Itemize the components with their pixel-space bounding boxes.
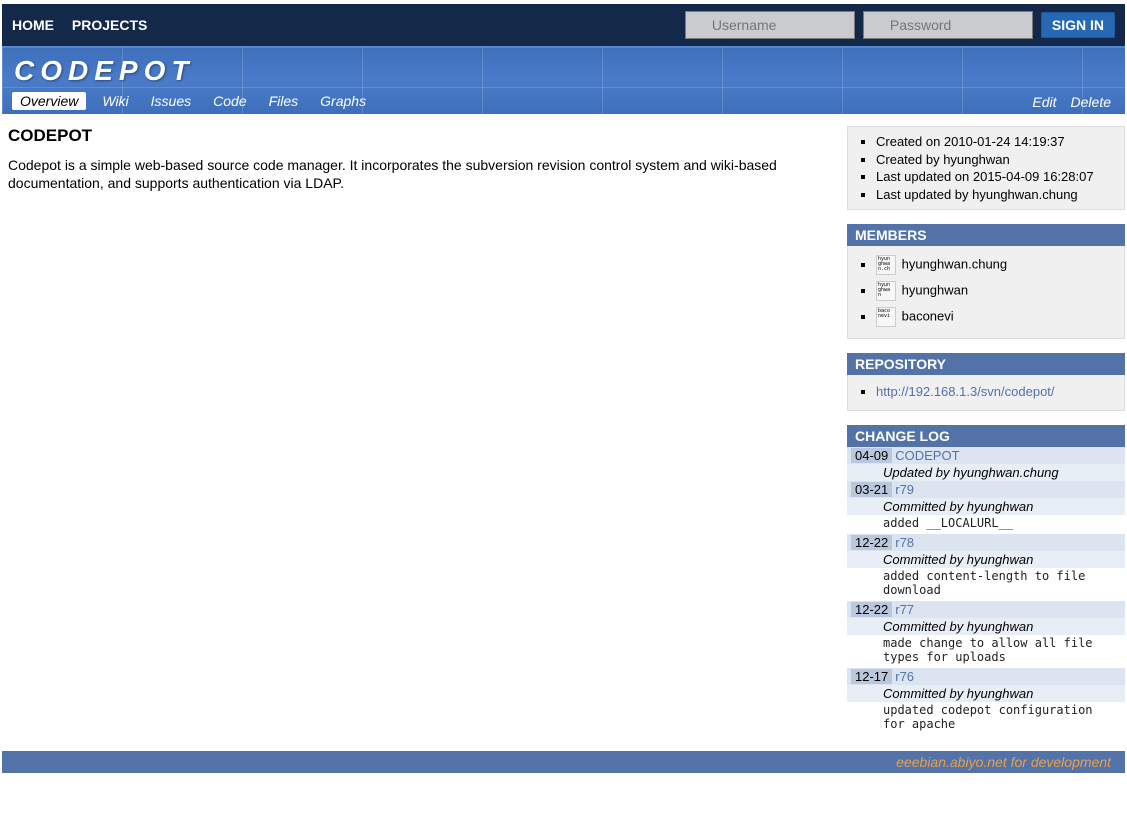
changelog-item: 04-09CODEPOTUpdated by hyunghwan.chung <box>847 447 1125 481</box>
avatar: baco nevi <box>876 307 896 327</box>
member-item: baco nevi baconevi <box>876 304 1120 330</box>
changelog-date: 12-22 <box>851 535 892 550</box>
changelog-committer: Committed by hyunghwan <box>847 551 1125 568</box>
username-input[interactable] <box>685 11 855 39</box>
project-header: CODEPOT Overview Wiki Issues Code Files … <box>2 46 1125 114</box>
project-title: CODEPOT <box>2 47 1125 87</box>
repository-link[interactable]: http://192.168.1.3/svn/codepot/ <box>876 384 1055 399</box>
page-description: Codepot is a simple web-based source cod… <box>8 156 821 192</box>
changelog-rev[interactable]: r77 <box>895 602 914 617</box>
signin-button[interactable]: SIGN IN <box>1041 12 1115 38</box>
tab-overview[interactable]: Overview <box>12 92 86 110</box>
changelog-committer: Updated by hyunghwan.chung <box>847 464 1125 481</box>
changelog-committer: Committed by hyunghwan <box>847 498 1125 515</box>
changelog-item: 03-21r79Committed by hyunghwanadded __LO… <box>847 481 1125 534</box>
nav-home[interactable]: HOME <box>12 17 54 33</box>
changelog-item: 12-22r77Committed by hyunghwanmade chang… <box>847 601 1125 668</box>
info-box: Created on 2010-01-24 14:19:37 Created b… <box>847 126 1125 210</box>
repository-heading: REPOSITORY <box>847 353 1125 375</box>
changelog-panel: 04-09CODEPOTUpdated by hyunghwan.chung03… <box>847 447 1125 735</box>
repository-panel: http://192.168.1.3/svn/codepot/ <box>847 375 1125 411</box>
info-updated-on: Last updated on 2015-04-09 16:28:07 <box>876 168 1120 186</box>
password-input[interactable] <box>863 11 1033 39</box>
changelog-message: updated codepot configuration for apache <box>847 702 1125 735</box>
changelog-heading: CHANGE LOG <box>847 425 1125 447</box>
changelog-item: 12-17r76Committed by hyunghwanupdated co… <box>847 668 1125 735</box>
members-panel: hyun ghwa n.ch hyunghwan.chunghyun ghwa … <box>847 246 1125 339</box>
changelog-message: made change to allow all file types for … <box>847 635 1125 668</box>
footer: eeebian.abiyo.net for development <box>2 751 1125 773</box>
username-wrap <box>685 11 855 39</box>
changelog-item: 12-22r78Committed by hyunghwanadded cont… <box>847 534 1125 601</box>
member-name: hyunghwan <box>898 283 968 298</box>
changelog-committer: Committed by hyunghwan <box>847 618 1125 635</box>
changelog-rev[interactable]: r79 <box>895 482 914 497</box>
tab-graphs[interactable]: Graphs <box>314 92 372 110</box>
avatar: hyun ghwa n.ch <box>876 255 896 275</box>
changelog-date: 12-17 <box>851 669 892 684</box>
member-item: hyun ghwa n hyunghwan <box>876 278 1120 304</box>
changelog-message: added __LOCALURL__ <box>847 515 1125 534</box>
changelog-committer: Committed by hyunghwan <box>847 685 1125 702</box>
changelog-date: 03-21 <box>851 482 892 497</box>
info-created-on: Created on 2010-01-24 14:19:37 <box>876 133 1120 151</box>
tab-code[interactable]: Code <box>207 92 252 110</box>
member-name: hyunghwan.chung <box>898 257 1007 272</box>
changelog-rev[interactable]: r78 <box>895 535 914 550</box>
member-item: hyun ghwa n.ch hyunghwan.chung <box>876 252 1120 278</box>
password-wrap <box>863 11 1033 39</box>
tab-issues[interactable]: Issues <box>145 92 197 110</box>
members-heading: MEMBERS <box>847 224 1125 246</box>
changelog-rev[interactable]: CODEPOT <box>895 448 959 463</box>
nav-projects[interactable]: PROJECTS <box>72 17 147 33</box>
member-name: baconevi <box>898 309 954 324</box>
info-updated-by: Last updated by hyunghwan.chung <box>876 186 1120 204</box>
tab-wiki[interactable]: Wiki <box>96 92 134 110</box>
changelog-date: 12-22 <box>851 602 892 617</box>
top-navbar: HOME PROJECTS SIGN IN <box>2 4 1125 46</box>
sidebar: Created on 2010-01-24 14:19:37 Created b… <box>847 126 1125 735</box>
avatar: hyun ghwa n <box>876 281 896 301</box>
action-delete[interactable]: Delete <box>1071 94 1111 110</box>
changelog-message: added content-length to file download <box>847 568 1125 601</box>
tab-files[interactable]: Files <box>263 92 305 110</box>
info-created-by: Created by hyunghwan <box>876 151 1120 169</box>
page-title: CODEPOT <box>8 126 821 146</box>
changelog-rev[interactable]: r76 <box>895 669 914 684</box>
action-edit[interactable]: Edit <box>1032 94 1056 110</box>
changelog-date: 04-09 <box>851 448 892 463</box>
main-content: CODEPOT Codepot is a simple web-based so… <box>2 126 827 735</box>
